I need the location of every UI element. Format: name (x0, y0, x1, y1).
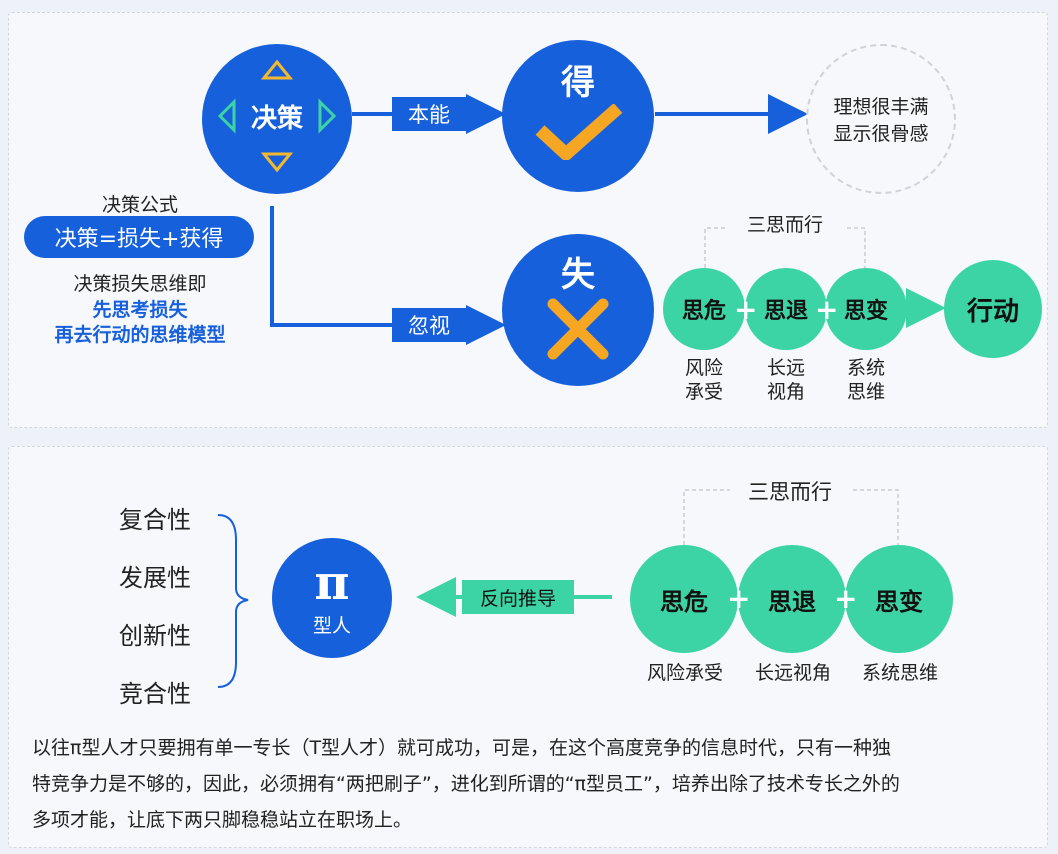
plus-icon: + (734, 293, 758, 326)
check-icon (535, 103, 623, 160)
description-paragraph: 以往π型人才只要拥有单一专长（T型人才）就可成功，可是，在这个高度竞争的信息时代… (32, 730, 1032, 838)
formula-pill: 决策=损失+获得 (24, 216, 254, 258)
gain-label: 得 (561, 62, 595, 103)
sub-sys-2: 系统思维 (861, 662, 938, 684)
paragraph-line-2: 特竞争力是不够的，因此，必须拥有“两把刷子”，进化到所谓的“π型员工”，培养出除… (32, 773, 900, 795)
decision-circle: 决策 (202, 44, 352, 194)
think-danger-circle: 思危 (663, 268, 745, 350)
ideal-circle: 理想很丰满 显示很骨感 (806, 44, 956, 194)
sub-risk-line-2: 承受 (684, 381, 723, 403)
sub-sys: 系统 思维 (836, 356, 896, 404)
plus-icon: + (815, 293, 839, 326)
ideal-line-1: 理想很丰满 (833, 96, 929, 118)
trait-innovation: 创新性 (119, 622, 191, 650)
loss-label: 失 (561, 254, 595, 295)
model-line-2: 再去行动的思维模型 (54, 324, 226, 346)
think-danger-circle-2: 思危 (630, 545, 738, 653)
paragraph-line-1: 以往π型人才只要拥有单一专长（T型人才）就可成功，可是，在这个高度竞争的信息时代… (32, 737, 892, 759)
loss-circle: 失 (502, 234, 654, 386)
gain-circle: 得 (502, 40, 654, 192)
pi-symbol: π (314, 554, 350, 611)
sub-long: 长远 视角 (756, 356, 816, 404)
think-thrice-label-2: 三思而行 (730, 476, 850, 506)
trait-composite: 复合性 (119, 506, 191, 534)
trait-development: 发展性 (119, 564, 191, 592)
paragraph-line-3: 多项才能，让底下两只脚稳稳站立在职场上。 (32, 809, 413, 831)
instinct-label: 本能 (392, 97, 466, 131)
think-retreat-label-2: 思退 (768, 587, 816, 616)
think-retreat-label: 思退 (763, 299, 808, 324)
think-change-circle-2: 思变 (845, 545, 953, 653)
sub-sys-line-2: 思维 (846, 381, 885, 403)
sub-sys-line-1: 系统 (846, 357, 885, 379)
decision-label: 决策 (250, 103, 303, 134)
reverse-label: 反向推导 (462, 580, 574, 614)
action-label: 行动 (966, 296, 1019, 327)
sub-risk: 风险 承受 (674, 356, 734, 404)
sub-risk-2: 风险承受 (646, 662, 723, 684)
formula-title: 决策公式 (101, 194, 178, 216)
pi-circle: π 型人 (272, 538, 392, 658)
mindset-line: 决策损失思维即 (73, 273, 207, 295)
traits-brace (217, 514, 249, 688)
action-circle: 行动 (944, 260, 1042, 358)
sub-long-2: 长远视角 (754, 662, 831, 684)
think-danger-label: 思危 (681, 299, 726, 324)
pi-type-label: 型人 (312, 614, 351, 637)
plus-icon: + (834, 582, 858, 615)
ignore-label: 忽视 (392, 308, 466, 342)
think-retreat-circle-2: 思退 (738, 545, 846, 653)
cross-icon (547, 298, 609, 359)
plus-icon: + (727, 582, 751, 615)
sub-risk-line-1: 风险 (684, 357, 723, 379)
sub-long-line-2: 视角 (766, 381, 805, 403)
model-line-1: 先思考损失 (92, 299, 188, 321)
trait-coopetition: 竞合性 (119, 680, 191, 708)
think-danger-label-2: 思危 (660, 587, 708, 616)
sub-long-line-1: 长远 (766, 357, 805, 379)
think-change-label: 思变 (843, 299, 888, 324)
ideal-line-2: 显示很骨感 (833, 123, 929, 145)
think-change-label-2: 思变 (875, 587, 923, 616)
think-thrice-label: 三思而行 (725, 210, 845, 237)
